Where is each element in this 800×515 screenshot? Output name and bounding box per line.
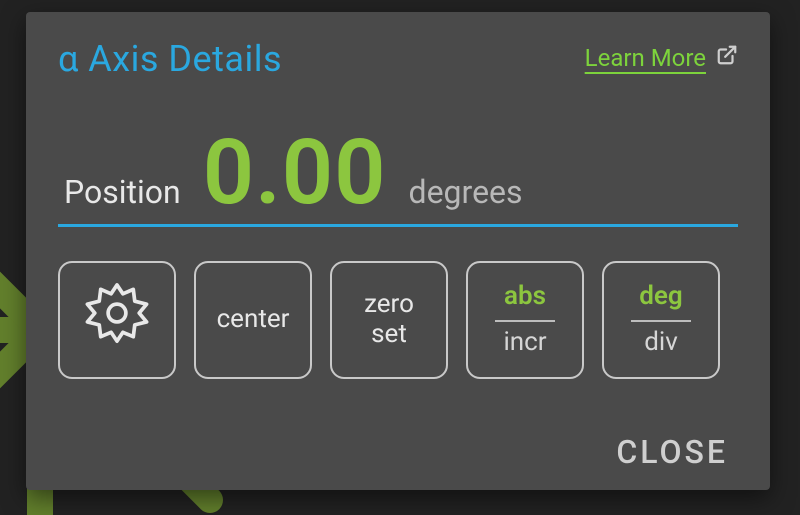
panel-title: α Axis Details xyxy=(58,38,282,80)
zero-set-line2: set xyxy=(371,320,407,350)
button-row: center zero set abs incr deg div xyxy=(58,261,738,379)
abs-label: abs xyxy=(504,282,546,318)
learn-more-label: Learn More xyxy=(585,44,706,72)
abs-incr-toggle[interactable]: abs incr xyxy=(466,261,584,379)
zero-set-line1: zero xyxy=(364,290,414,320)
close-button[interactable]: CLOSE xyxy=(610,432,734,472)
deg-div-toggle[interactable]: deg div xyxy=(602,261,720,379)
toggle-divider xyxy=(631,320,691,322)
external-link-icon xyxy=(716,44,738,72)
axis-details-panel: α Axis Details Learn More Position 0.00 … xyxy=(26,12,770,490)
center-button[interactable]: center xyxy=(194,261,312,379)
center-button-label: center xyxy=(217,305,290,335)
position-label: Position xyxy=(64,173,181,211)
header-row: α Axis Details Learn More xyxy=(58,38,738,80)
div-label: div xyxy=(644,328,678,358)
position-value: 0.00 xyxy=(203,128,387,218)
position-row: Position 0.00 degrees xyxy=(58,128,738,227)
incr-label: incr xyxy=(503,328,546,358)
zero-set-button[interactable]: zero set xyxy=(330,261,448,379)
toggle-divider xyxy=(495,320,555,322)
footer: CLOSE xyxy=(58,432,738,472)
gear-icon xyxy=(80,279,154,361)
learn-more-link[interactable]: Learn More xyxy=(585,44,738,72)
deg-label: deg xyxy=(639,282,682,318)
settings-button[interactable] xyxy=(58,261,176,379)
position-unit: degrees xyxy=(409,173,523,211)
